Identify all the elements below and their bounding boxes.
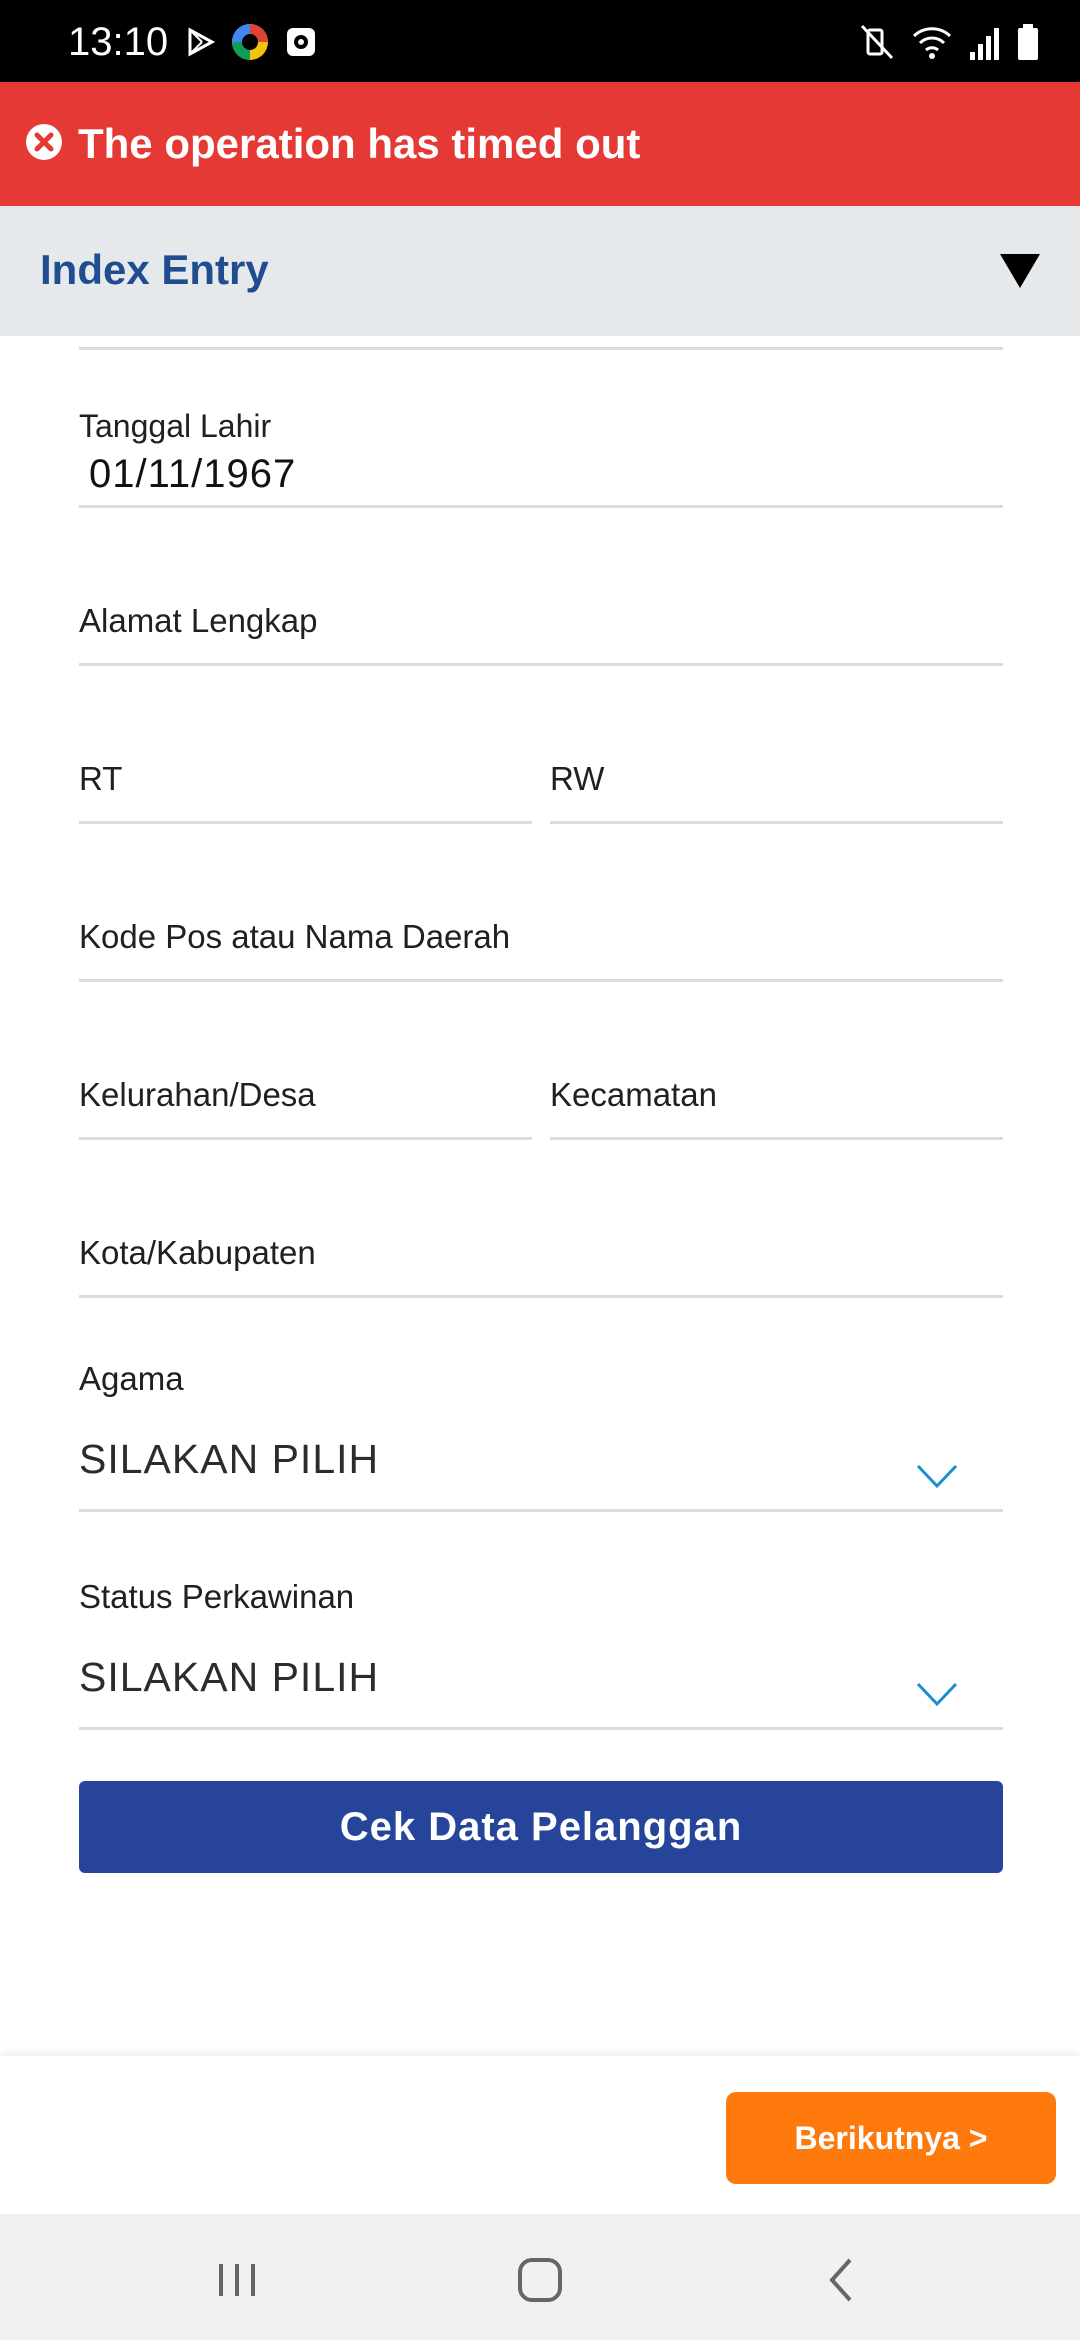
signal-icon	[970, 28, 999, 60]
chevron-down-icon	[916, 1682, 958, 1707]
marital-status-select[interactable]: Status Perkawinan SILAKAN PILIH	[79, 1574, 1003, 1730]
error-banner: The operation has timed out	[0, 82, 1080, 206]
recent-apps-icon[interactable]	[207, 2250, 267, 2310]
marital-status-label: Status Perkawinan	[79, 1578, 355, 1615]
birth-date-value: 01/11/1967	[89, 452, 297, 496]
field-underline	[79, 821, 532, 824]
triangle-down-icon[interactable]	[998, 252, 1042, 290]
field-underline	[550, 821, 1003, 824]
chevron-down-icon	[916, 1464, 958, 1489]
error-message: The operation has timed out	[78, 120, 641, 167]
field-underline	[79, 663, 1003, 666]
religion-select[interactable]: Agama SILAKAN PILIH	[79, 1356, 1003, 1512]
camera-app-icon	[287, 28, 315, 56]
field-underline	[79, 1137, 532, 1140]
kelurahan-field[interactable]: Kelurahan/Desa	[79, 1054, 532, 1140]
rt-placeholder: RT	[79, 760, 123, 797]
status-bar: 13:10	[0, 0, 1080, 82]
rw-field[interactable]: RW	[550, 738, 1003, 824]
rt-field[interactable]: RT	[79, 738, 532, 824]
kecamatan-placeholder: Kecamatan	[550, 1076, 717, 1113]
marital-status-value: SILAKAN PILIH	[79, 1654, 380, 1700]
address-field[interactable]: Alamat Lengkap	[79, 580, 1003, 666]
field-underline	[79, 1295, 1003, 1298]
kelurahan-placeholder: Kelurahan/Desa	[79, 1076, 316, 1113]
index-entry-title: Index Entry	[40, 246, 269, 293]
mute-vibrate-icon	[860, 24, 894, 60]
app-icon	[232, 24, 268, 60]
system-nav-bar	[0, 2214, 1080, 2340]
index-entry-header[interactable]: Index Entry	[0, 206, 1080, 336]
kecamatan-field[interactable]: Kecamatan	[550, 1054, 1003, 1140]
previous-field-underline	[79, 347, 1003, 350]
field-underline	[79, 505, 1003, 508]
religion-label: Agama	[79, 1360, 184, 1397]
field-underline	[79, 1727, 1003, 1730]
field-underline	[79, 979, 1003, 982]
home-icon[interactable]	[510, 2250, 570, 2310]
status-right-icons	[858, 20, 1040, 64]
city-field[interactable]: Kota/Kabupaten	[79, 1212, 1003, 1298]
postal-code-field[interactable]: Kode Pos atau Nama Daerah	[79, 896, 1003, 982]
address-placeholder: Alamat Lengkap	[79, 602, 318, 639]
battery-icon	[1018, 24, 1038, 60]
play-store-icon	[188, 27, 216, 57]
check-customer-data-button[interactable]: Cek Data Pelanggan	[79, 1781, 1003, 1873]
postal-code-placeholder: Kode Pos atau Nama Daerah	[79, 918, 511, 955]
field-underline	[79, 1509, 1003, 1512]
birth-date-label: Tanggal Lahir	[79, 408, 272, 444]
religion-value: SILAKAN PILIH	[79, 1436, 380, 1482]
status-time: 13:10	[68, 20, 169, 64]
field-underline	[550, 1137, 1003, 1140]
status-left-icons	[184, 22, 318, 62]
back-icon[interactable]	[812, 2250, 872, 2310]
wifi-icon	[912, 27, 952, 59]
next-button[interactable]: Berikutnya >	[726, 2092, 1056, 2184]
city-placeholder: Kota/Kabupaten	[79, 1234, 316, 1271]
error-x-icon	[26, 124, 62, 160]
birth-date-field[interactable]: Tanggal Lahir 01/11/1967	[79, 400, 1003, 508]
bottom-action-bar: Berikutnya >	[0, 2056, 1080, 2214]
rw-placeholder: RW	[550, 760, 605, 797]
